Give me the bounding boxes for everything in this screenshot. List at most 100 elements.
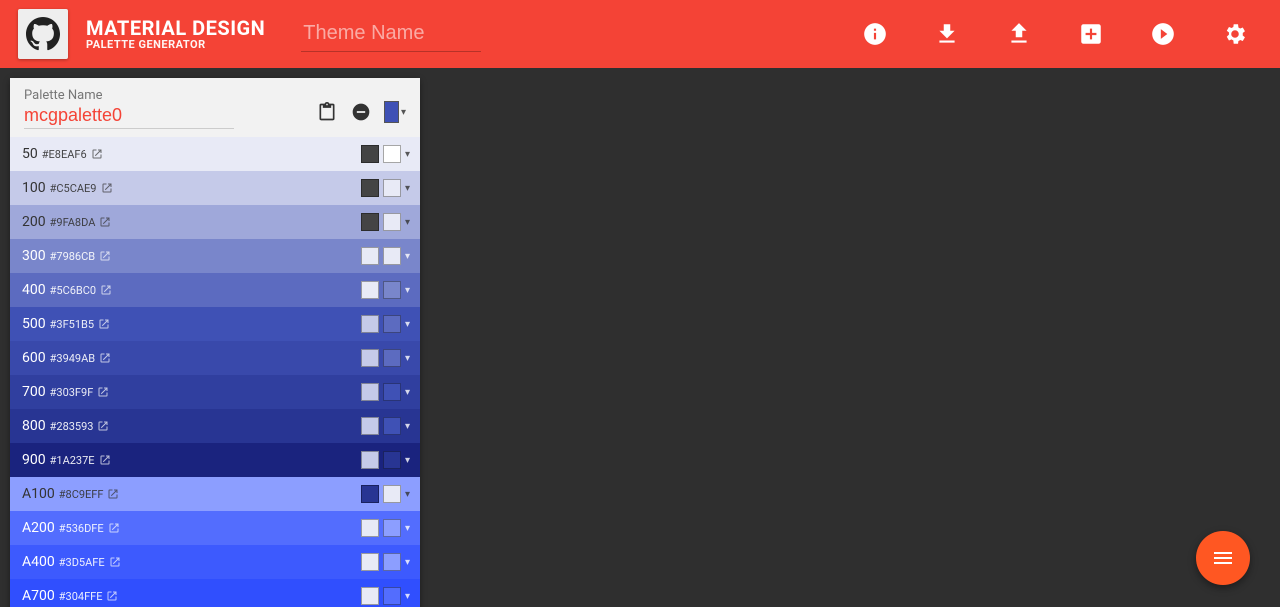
upload-button[interactable]: [992, 7, 1046, 61]
shade-light-swatch[interactable]: [383, 417, 401, 435]
chevron-down-icon[interactable]: ▾: [405, 387, 410, 398]
chevron-down-icon[interactable]: ▾: [405, 489, 410, 500]
shade-dark-swatch[interactable]: [361, 315, 379, 333]
settings-button[interactable]: [1208, 7, 1262, 61]
shade-light-swatch[interactable]: [383, 247, 401, 265]
shade-dark-swatch[interactable]: [361, 281, 379, 299]
github-link[interactable]: [18, 9, 68, 59]
chevron-down-icon[interactable]: ▾: [405, 149, 410, 160]
shade-hex: #8C9EFF: [59, 488, 104, 501]
open-external-icon: [100, 284, 112, 296]
shade-hex: #304FFE: [59, 590, 103, 603]
add-button[interactable]: [1064, 7, 1118, 61]
shade-key: 50: [22, 146, 38, 162]
shade-row-800[interactable]: 800#283593▾: [10, 409, 420, 443]
shade-key: 700: [22, 384, 46, 400]
open-external-icon: [99, 216, 111, 228]
chevron-down-icon[interactable]: ▾: [405, 319, 410, 330]
shade-key: 100: [22, 180, 46, 196]
shade-light-swatch[interactable]: [383, 553, 401, 571]
shade-dark-swatch[interactable]: [361, 383, 379, 401]
shade-row-200[interactable]: 200#9FA8DA▾: [10, 205, 420, 239]
chevron-down-icon[interactable]: ▾: [405, 251, 410, 262]
chevron-down-icon[interactable]: ▾: [405, 217, 410, 228]
shade-row-900[interactable]: 900#1A237E▾: [10, 443, 420, 477]
menu-fab[interactable]: [1196, 531, 1250, 585]
info-button[interactable]: [848, 7, 902, 61]
shade-dark-swatch[interactable]: [361, 417, 379, 435]
chevron-down-icon[interactable]: ▾: [405, 353, 410, 364]
palette-header: Palette Name ▾: [10, 78, 420, 137]
minus-circle-icon: [351, 102, 371, 122]
shade-light-swatch[interactable]: [383, 213, 401, 231]
shade-light-swatch[interactable]: [383, 383, 401, 401]
shade-dark-swatch[interactable]: [361, 451, 379, 469]
chevron-down-icon[interactable]: ▾: [405, 421, 410, 432]
shade-row-300[interactable]: 300#7986CB▾: [10, 239, 420, 273]
shade-hex: #283593: [50, 420, 94, 433]
github-icon: [26, 17, 60, 51]
app-header: MATERIAL DESIGN PALETTE GENERATOR: [0, 0, 1280, 68]
chevron-down-icon[interactable]: ▾: [405, 557, 410, 568]
chevron-down-icon[interactable]: ▾: [405, 591, 410, 602]
remove-palette-button[interactable]: [350, 101, 372, 123]
copy-palette-button[interactable]: [316, 101, 338, 123]
clipboard-icon: [317, 102, 337, 122]
shade-row-A400[interactable]: A400#3D5AFE▾: [10, 545, 420, 579]
open-external-icon: [91, 148, 103, 160]
shade-hex: #9FA8DA: [50, 216, 96, 229]
shade-row-100[interactable]: 100 #C5CAE9 ▾: [10, 171, 420, 205]
shade-row-700[interactable]: 700#303F9F▾: [10, 375, 420, 409]
upload-icon: [1006, 21, 1032, 47]
shade-light-swatch[interactable]: [383, 451, 401, 469]
shade-light-swatch[interactable]: [383, 281, 401, 299]
shade-light-swatch[interactable]: [383, 179, 401, 197]
chevron-down-icon[interactable]: ▾: [405, 455, 410, 466]
shade-dark-swatch[interactable]: [361, 519, 379, 537]
demo-button[interactable]: [1136, 7, 1190, 61]
shade-hex: #E8EAF6: [42, 148, 87, 161]
base-color-swatch: [384, 101, 399, 123]
shade-dark-swatch[interactable]: [361, 179, 379, 197]
chevron-down-icon[interactable]: ▾: [405, 183, 410, 194]
shade-dark-swatch[interactable]: [361, 349, 379, 367]
shade-row-600[interactable]: 600#3949AB▾: [10, 341, 420, 375]
palette-name-label: Palette Name: [24, 88, 306, 103]
theme-name-input[interactable]: [301, 16, 481, 52]
shade-row-A700[interactable]: A700#304FFE▾: [10, 579, 420, 607]
shade-light-swatch[interactable]: [383, 519, 401, 537]
shade-light-swatch[interactable]: [383, 485, 401, 503]
shade-dark-swatch[interactable]: [361, 145, 379, 163]
shade-row-400[interactable]: 400#5C6BC0▾: [10, 273, 420, 307]
chevron-down-icon[interactable]: ▾: [405, 523, 410, 534]
app-title: MATERIAL DESIGN: [86, 18, 265, 39]
shade-row-50[interactable]: 50 #E8EAF6 ▾: [10, 137, 420, 171]
base-color-picker[interactable]: ▾: [384, 101, 406, 123]
download-button[interactable]: [920, 7, 974, 61]
shade-hex: #C5CAE9: [50, 182, 97, 195]
shade-light-swatch[interactable]: [383, 587, 401, 605]
shade-dark-swatch[interactable]: [361, 485, 379, 503]
play-circle-icon: [1150, 21, 1176, 47]
shade-light-swatch[interactable]: [383, 145, 401, 163]
plus-box-icon: [1078, 21, 1104, 47]
open-external-icon: [99, 352, 111, 364]
open-external-icon: [107, 488, 119, 500]
chevron-down-icon: ▾: [401, 107, 406, 118]
chevron-down-icon[interactable]: ▾: [405, 285, 410, 296]
palette-name-input[interactable]: [24, 103, 234, 129]
download-icon: [934, 21, 960, 47]
shade-dark-swatch[interactable]: [361, 587, 379, 605]
shade-hex: #7986CB: [50, 250, 96, 263]
main-area: Palette Name ▾ 50#E8EAF6▾100#C5CAE9▾200#…: [0, 68, 1280, 607]
shade-light-swatch[interactable]: [383, 315, 401, 333]
shade-row-A200[interactable]: A200#536DFE▾: [10, 511, 420, 545]
shade-dark-swatch[interactable]: [361, 213, 379, 231]
open-external-icon: [97, 420, 109, 432]
shade-light-swatch[interactable]: [383, 349, 401, 367]
shade-row-A100[interactable]: A100#8C9EFF▾: [10, 477, 420, 511]
open-external-icon: [108, 522, 120, 534]
shade-dark-swatch[interactable]: [361, 247, 379, 265]
shade-dark-swatch[interactable]: [361, 553, 379, 571]
shade-row-500[interactable]: 500#3F51B5▾: [10, 307, 420, 341]
